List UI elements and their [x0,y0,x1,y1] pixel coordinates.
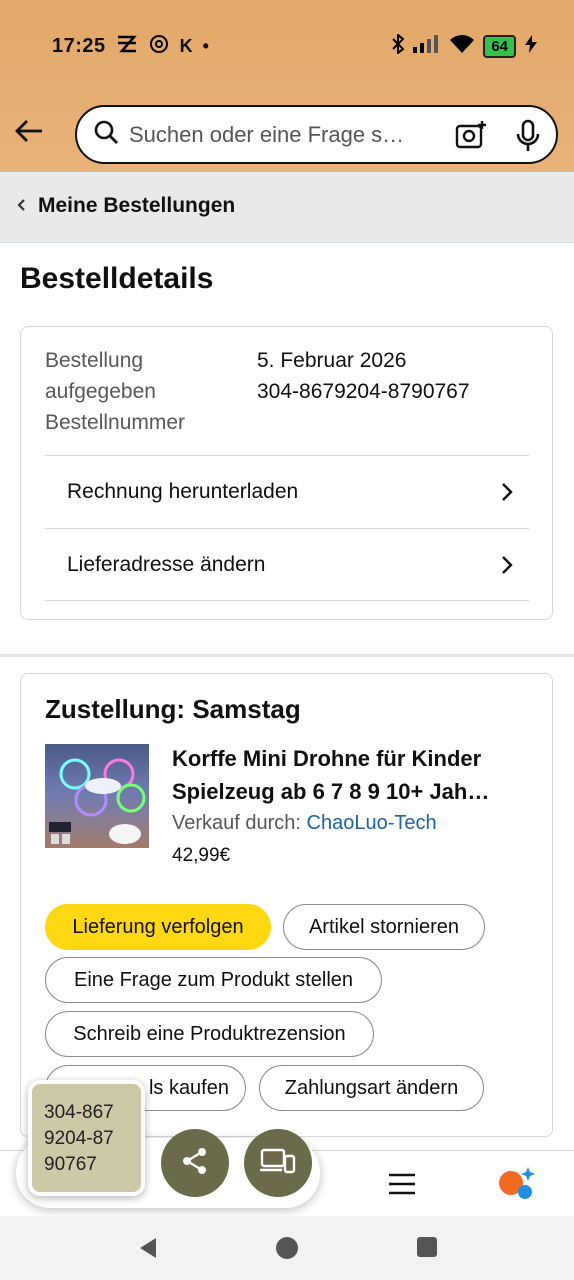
ztext-notification-icon [116,35,138,58]
system-navigation-bar [0,1216,574,1280]
page-title: Bestelldetails [20,262,214,295]
order-info-values: 5. Februar 2026 304-8679204-8790767 [257,345,470,407]
charging-icon [524,34,538,58]
share-button[interactable] [161,1129,229,1197]
search-bar[interactable]: Suchen oder eine Frage s… [75,105,558,164]
change-payment-button[interactable]: Zahlungsart ändern [259,1065,484,1111]
rufus-assistant-icon[interactable] [496,1165,536,1206]
search-icon [93,119,119,150]
wifi-icon [449,34,475,59]
order-number: 304-8679204-8790767 [257,380,470,403]
breadcrumb-label: Meine Bestellungen [38,194,236,217]
devices-icon [260,1147,296,1180]
status-time: 17:25 [52,34,106,57]
share-icon [180,1146,210,1181]
chevron-left-icon [16,194,26,218]
chevron-right-icon [501,482,513,507]
change-address-label: Lieferadresse ändern [67,552,266,576]
change-address-link[interactable]: Lieferadresse ändern [45,528,529,601]
battery-icon: 64 [483,34,516,58]
order-info-labels: Bestellung aufgegeben Bestellnummer [45,345,245,438]
write-review-button[interactable]: Schreib eine Produktrezension [45,1011,374,1057]
cancel-item-button[interactable]: Artikel stornieren [283,904,485,950]
chatgpt-notification-icon [148,33,170,60]
copied-text-line-3: 90767 [44,1154,97,1175]
download-invoice-label: Rechnung herunterladen [67,480,299,503]
copied-text-preview[interactable]: 304-867 9204-87 90767 [28,1080,145,1196]
seller-link[interactable]: ChaoLuo-Tech [307,812,437,834]
product-title-line-1: Korffe Mini Drohne für Kinder [172,746,482,771]
camera-search-icon[interactable] [455,119,487,156]
section-divider [0,654,574,657]
delivery-heading: Zustellung: Samstag [45,694,301,724]
product-price: 42,99€ [172,845,231,866]
app-header: 17:25 K • 64 Suchen oder eine Frage s… [0,0,574,172]
nav-recents-icon[interactable] [416,1236,438,1263]
search-input[interactable]: Suchen oder eine Frage s… [129,122,434,148]
seller-info: Verkauf durch: ChaoLuo-Tech [172,812,437,835]
product-title[interactable]: Korffe Mini Drohne für Kinder Spielzeug … [172,742,542,808]
seller-prefix: Verkauf durch: [172,812,307,834]
nav-back-icon[interactable] [136,1236,160,1265]
buy-again-label: ls kaufen [148,1076,229,1099]
download-invoice-link[interactable]: Rechnung herunterladen [45,455,529,528]
dot-icon: • [202,35,209,56]
breadcrumb-bar: Meine Bestellungen [0,172,574,243]
status-notification-icons: K • [116,33,209,60]
track-delivery-button[interactable]: Lieferung verfolgen [45,904,271,950]
label-order-placed-2: aufgegeben [45,380,156,403]
label-order-placed-1: Bestellung [45,349,144,372]
status-bar: 17:25 K • 64 [52,30,538,62]
copied-text-line-2: 9204-87 [44,1128,114,1149]
k-notification-icon: K [179,35,193,56]
copied-text-line-1: 304-867 [44,1102,114,1123]
nav-home-icon[interactable] [275,1236,299,1265]
signal-icon [413,34,441,58]
chevron-right-icon [501,555,513,580]
product-image[interactable] [45,744,149,848]
product-title-line-2: Spielzeug ab 6 7 8 9 10+ Jah… [172,779,490,804]
delivery-card: Zustellung: Samstag Korffe Mini Drohne f… [20,673,553,1137]
ask-question-button[interactable]: Eine Frage zum Produkt stellen [45,957,382,1003]
back-arrow-icon[interactable] [14,118,46,146]
label-order-number: Bestellnummer [45,411,186,434]
order-info-card: Bestellung aufgegeben Bestellnummer 5. F… [20,326,553,620]
microphone-icon[interactable] [515,119,541,158]
order-date: 5. Februar 2026 [257,349,407,372]
bluetooth-icon [391,32,405,59]
device-transfer-button[interactable] [244,1129,312,1197]
menu-icon[interactable] [388,1173,416,1200]
breadcrumb[interactable]: Meine Bestellungen [16,194,235,218]
